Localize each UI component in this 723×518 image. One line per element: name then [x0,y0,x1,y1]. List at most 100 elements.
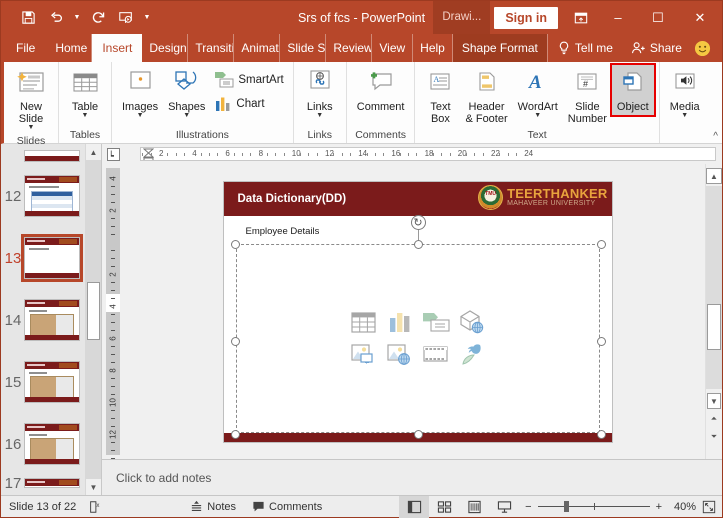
thumbnail-scrollbar[interactable]: ▲ ▼ [85,144,101,495]
scrollbar-thumb[interactable] [87,282,100,340]
insert-table-icon[interactable] [347,307,381,337]
slide-thumbnail-13[interactable] [21,234,83,282]
redo-icon[interactable] [85,5,111,31]
resize-handle-n[interactable] [413,239,423,249]
chevron-down-icon[interactable]: ▼ [28,124,35,132]
slide-title[interactable]: Data Dictionary(DD) [238,193,347,205]
tab-help[interactable]: Help [413,34,453,62]
resize-handle-nw[interactable] [230,239,240,249]
scroll-up-icon[interactable]: ▲ [706,168,722,184]
resize-handle-ne[interactable] [596,239,606,249]
sign-in-button[interactable]: Sign in [494,6,558,29]
smartart-button[interactable]: SmartArt [210,68,287,92]
chevron-down-icon[interactable]: ▼ [316,112,323,120]
share-button[interactable]: Share [631,34,682,62]
scrollbar-track[interactable] [706,186,722,389]
scroll-up-icon[interactable]: ▲ [86,144,101,160]
tab-transitions[interactable]: Transitions [188,34,235,62]
slide-thumbnail-14[interactable] [24,299,80,341]
vertical-ruler[interactable]: 4 2 2 4 6 8 10 12 [106,168,120,459]
insert-video-icon[interactable] [419,339,453,369]
indent-marker-icon[interactable] [143,148,154,160]
resize-handle-s[interactable] [413,429,423,439]
horizontal-ruler[interactable]: 2 4 6 8 10 12 14 16 18 20 22 24 [140,147,716,161]
comments-button[interactable]: Comments [244,496,330,518]
zoom-slider-thumb[interactable] [563,501,569,512]
tab-slide-show[interactable]: Slide Show [280,34,327,62]
slide-thumbnail-15[interactable] [24,361,80,403]
rotate-handle-icon[interactable]: ↻ [410,214,426,230]
slide-thumbnail-17[interactable] [24,478,80,488]
tab-animations[interactable]: Animations [234,34,281,62]
content-placeholder[interactable] [235,243,600,433]
chevron-down-icon[interactable]: ▼ [82,112,89,120]
resize-handle-se[interactable] [596,429,606,439]
insert-online-pictures-icon[interactable] [383,339,417,369]
scroll-down-icon[interactable]: ▼ [86,479,101,495]
tab-design[interactable]: Design [142,34,189,62]
chevron-down-icon[interactable]: ▼ [681,112,688,120]
wordart-button[interactable]: A WordArt ▼ [513,65,563,122]
links-button[interactable]: Links ▼ [299,65,341,122]
slide-thumbnail-16[interactable] [24,423,80,465]
insert-pictures-icon[interactable] [347,339,381,369]
tab-file[interactable]: File [1,34,48,62]
next-slide-icon[interactable]: ⏷ [706,429,722,445]
tell-me-box[interactable]: Tell me [548,34,619,62]
save-icon[interactable] [15,5,41,31]
customize-qat-icon[interactable]: ▼ [141,5,153,31]
chevron-down-icon[interactable]: ▼ [534,112,541,120]
zoom-level-label[interactable]: 40% [668,501,696,513]
slide-show-icon[interactable] [489,496,519,518]
slide-counter[interactable]: Slide 13 of 22 [1,496,84,518]
chevron-down-icon[interactable]: ▼ [137,112,144,120]
shapes-button[interactable]: Shapes ▼ [163,65,210,122]
notes-pane[interactable]: Click to add notes [102,459,722,495]
tab-review[interactable]: Review [326,34,373,62]
slide-scrollbar[interactable]: ▲ ▼ ⏶ ⏷ [705,164,722,459]
previous-slide-icon[interactable]: ⏶ [706,411,722,427]
reading-view-icon[interactable] [459,496,489,518]
start-presentation-icon[interactable] [113,5,139,31]
notes-placeholder[interactable]: Click to add notes [116,471,211,485]
scrollbar-thumb[interactable] [707,304,721,350]
table-button[interactable]: Table ▼ [64,65,106,122]
object-button[interactable]: Object [609,63,656,117]
new-slide-button[interactable]: New Slide ▼ [9,65,53,134]
zoom-in-button[interactable]: + [656,501,662,513]
undo-icon[interactable] [43,5,69,31]
drawing-tools-tab[interactable]: Drawi... [433,1,491,34]
slide-number-button[interactable]: # Slide Number [563,65,612,127]
accessibility-checker-icon[interactable]: x [84,496,110,518]
ruler-corner[interactable]: ┕ [102,144,124,164]
resize-handle-w[interactable] [230,336,240,346]
fit-to-window-icon[interactable] [702,500,716,514]
zoom-slider[interactable] [537,501,650,512]
tab-shape-format[interactable]: Shape Format [452,34,548,62]
header-footer-button[interactable]: Header & Footer [460,65,512,127]
images-button[interactable]: Images ▼ [117,65,163,122]
ribbon-display-options-icon[interactable] [564,1,598,34]
comment-button[interactable]: Comment [352,65,410,115]
chevron-down-icon[interactable]: ▼ [183,112,190,120]
insert-3d-model-icon[interactable] [455,307,489,337]
collapse-ribbon-icon[interactable]: ^ [713,131,718,142]
chart-button[interactable]: Chart [210,92,287,116]
insert-icons-icon[interactable] [455,339,489,369]
tab-view[interactable]: View [372,34,414,62]
minimize-button[interactable]: – [598,1,638,34]
scrollbar-track[interactable] [86,160,101,479]
text-box-button[interactable]: A Text Box [420,65,460,127]
maximize-button[interactable]: ☐ [638,1,678,34]
scroll-down-icon[interactable]: ▼ [707,393,721,409]
close-button[interactable]: ✕ [678,1,722,34]
tab-insert[interactable]: Insert [92,34,143,62]
notes-button[interactable]: Notes [182,496,244,518]
slide-canvas[interactable]: Data Dictionary(DD) TMU TEERTHANKER MAHA… [124,164,705,459]
undo-dropdown-icon[interactable]: ▼ [71,5,83,31]
slide-subtitle[interactable]: Employee Details [246,226,320,237]
slide-thumbnail-12[interactable] [24,175,80,217]
tab-stop-left-icon[interactable]: ┕ [106,147,120,161]
resize-handle-sw[interactable] [230,429,240,439]
normal-view-icon[interactable] [399,495,430,518]
